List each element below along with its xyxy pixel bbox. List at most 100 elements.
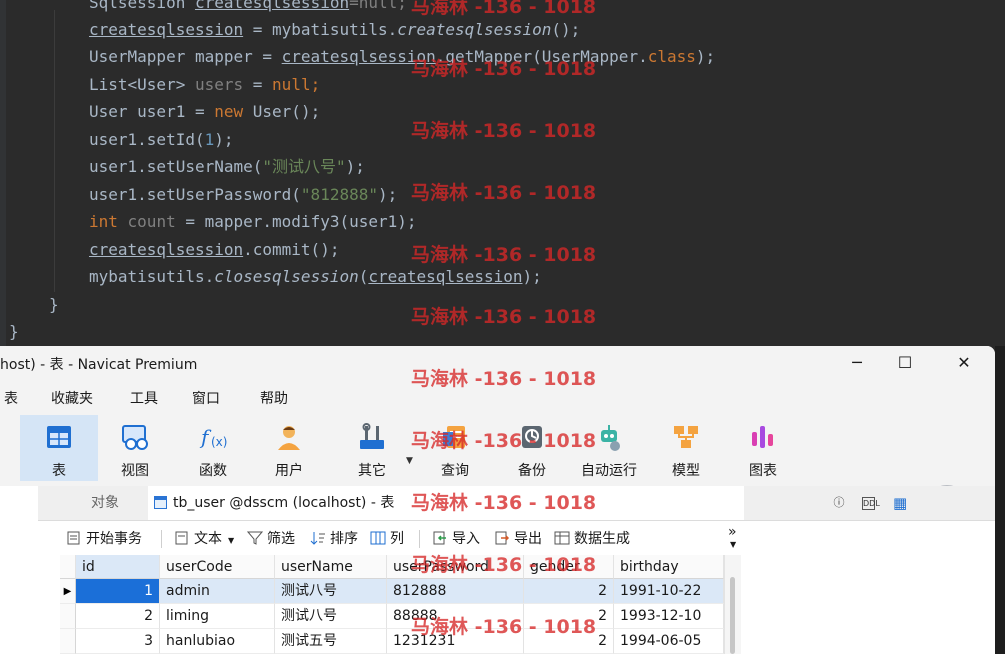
button-label: 筛选 (267, 531, 295, 547)
code-line[interactable]: createsqlsession = mybatisutils.createsq… (89, 17, 580, 43)
grid-view-icon[interactable]: ▦ (893, 496, 907, 511)
data-generation-button[interactable]: 数据生成 (554, 528, 630, 548)
code-line[interactable]: } (49, 292, 59, 318)
menu-window[interactable]: 窗口 (192, 388, 220, 408)
column-header[interactable]: id (76, 555, 160, 579)
navigation-pane[interactable] (0, 486, 38, 654)
table-cell[interactable]: 2 (524, 604, 614, 629)
toolbar-user-button[interactable]: 用户 (250, 415, 328, 481)
columns-icon (370, 531, 386, 545)
table-cell[interactable]: hanlubiao (160, 629, 275, 654)
function-icon: f (x) (199, 425, 227, 449)
code-line[interactable]: user1.setId(1); (89, 127, 234, 153)
chevron-down-icon[interactable]: ▼ (730, 540, 736, 549)
tab-table-label: tb_user @dsscm (localhost) - 表 (173, 495, 395, 511)
begin-transaction-button[interactable]: 开始事务 (66, 528, 142, 548)
columns-button[interactable]: 列 (370, 528, 404, 548)
toolbar-chart-button[interactable]: 图表 (724, 415, 802, 481)
menu-help[interactable]: 帮助 (260, 388, 288, 408)
table-cell[interactable]: 1993-12-10 (614, 604, 724, 629)
code-line[interactable]: User user1 = new User(); (89, 99, 320, 125)
code-line[interactable]: UserMapper mapper = createsqlsession.get… (89, 44, 715, 70)
table-cell[interactable]: admin (160, 579, 275, 604)
table-row[interactable]: 3 hanlubiao 测试五号 1231231 2 1994-06-05 (60, 629, 724, 654)
sort-icon (310, 532, 325, 545)
backup-icon (522, 426, 542, 448)
menu-tools[interactable]: 工具 (130, 388, 158, 408)
menu-bar: 表 收藏夹 工具 窗口 帮助 (0, 384, 995, 410)
more-button[interactable]: » (728, 524, 737, 540)
current-row-indicator-icon: ▶ (60, 579, 76, 604)
text-button[interactable]: 文本 ▼ (174, 528, 234, 548)
tab-table[interactable]: tb_user @dsscm (localhost) - 表 (148, 486, 744, 520)
column-header[interactable]: userPassword (387, 555, 524, 579)
table-cell[interactable]: 测试五号 (275, 629, 387, 654)
svg-text:(x): (x) (211, 435, 227, 449)
vertical-scrollbar[interactable] (724, 555, 741, 654)
table-cell[interactable]: 1991-10-22 (614, 579, 724, 604)
table-cell[interactable]: 2 (76, 604, 160, 629)
table-row[interactable]: 2 liming 测试八号 88888 2 1993-12-10 (60, 604, 724, 629)
toolbar-backup-button[interactable]: 备份 (493, 415, 571, 481)
code-line[interactable]: user1.setUserName("测试八号"); (89, 154, 365, 180)
filter-button[interactable]: 筛选 (247, 528, 295, 548)
table-cell[interactable]: 88888 (387, 604, 524, 629)
filter-icon (247, 531, 263, 545)
title-bar[interactable]: host) - 表 - Navicat Premium ─ ☐ ✕ (0, 346, 995, 380)
toolbar-query-button[interactable]: 查询 (416, 415, 494, 481)
table-cell[interactable]: 1 (76, 579, 160, 604)
ddl-icon[interactable]: DDL (862, 497, 880, 510)
toolbar-automation-button[interactable]: 自动运行 (570, 415, 648, 481)
code-line[interactable]: } (9, 319, 19, 345)
toolbar-view-button[interactable]: 视图 (96, 415, 174, 481)
code-line[interactable]: int count = mapper.modify3(user1); (89, 209, 417, 235)
import-button[interactable]: 导入 (432, 528, 480, 548)
column-header[interactable]: userName (275, 555, 387, 579)
table-cell[interactable]: 812888 (387, 579, 524, 604)
table-cell[interactable]: 测试八号 (275, 604, 387, 629)
info-icon[interactable]: ⓘ (832, 496, 846, 510)
table-cell[interactable]: 2 (524, 629, 614, 654)
tab-objects[interactable]: 对象 (62, 486, 148, 520)
button-label: 开始事务 (86, 531, 142, 547)
menu-favorites[interactable]: 收藏夹 (51, 388, 93, 408)
code-editor[interactable]: Sqlsession createsqlsession=null; create… (0, 0, 1005, 346)
chart-icon (752, 426, 773, 448)
maximize-button[interactable]: ☐ (882, 346, 928, 380)
toolbar-model-button[interactable]: 模型 (647, 415, 725, 481)
toolbar-table-button[interactable]: 表 (20, 415, 98, 481)
table-cell[interactable]: 2 (524, 579, 614, 604)
menu-table[interactable]: 表 (4, 388, 18, 408)
column-header[interactable]: birthday (614, 555, 724, 579)
toolbar-other-button[interactable]: 其它 (333, 415, 411, 481)
button-label: 排序 (330, 531, 358, 547)
chevron-down-icon[interactable]: ▼ (406, 456, 413, 466)
table-icon (154, 496, 167, 509)
table-cell[interactable]: 1994-06-05 (614, 629, 724, 654)
minimize-button[interactable]: ─ (834, 346, 880, 380)
table-row[interactable]: ▶ 1 admin 测试八号 812888 2 1991-10-22 (60, 579, 724, 604)
code-line[interactable]: mybatisutils.closesqlsession(createsqlse… (89, 264, 542, 290)
table-cell[interactable]: 1231231 (387, 629, 524, 654)
user-icon (278, 426, 300, 450)
table-cell[interactable]: 3 (76, 629, 160, 654)
table-cell[interactable]: liming (160, 604, 275, 629)
transaction-icon (67, 531, 80, 545)
export-button[interactable]: 导出 (494, 528, 542, 548)
export-icon (495, 531, 510, 545)
data-grid[interactable]: id userCode userName userPassword gender… (60, 555, 724, 654)
code-line[interactable]: Sqlsession createsqlsession=null; (89, 0, 407, 16)
column-header[interactable]: userCode (160, 555, 275, 579)
navicat-window: host) - 表 - Navicat Premium ─ ☐ ✕ 表 收藏夹 … (0, 346, 995, 654)
code-line[interactable]: List<User> users = null; (89, 72, 320, 98)
toolbar-function-button[interactable]: f (x) 函数 (174, 415, 252, 481)
code-line[interactable]: user1.setUserPassword("812888"); (89, 182, 397, 208)
window-title: host) - 表 - Navicat Premium (0, 357, 198, 373)
scrollbar-thumb[interactable] (730, 577, 735, 654)
sort-button[interactable]: 排序 (310, 528, 358, 548)
close-button[interactable]: ✕ (941, 346, 987, 380)
toolbar-label: 模型 (672, 463, 700, 479)
table-cell[interactable]: 测试八号 (275, 579, 387, 604)
column-header[interactable]: gender (524, 555, 614, 579)
code-line[interactable]: createsqlsession.commit(); (89, 237, 339, 263)
